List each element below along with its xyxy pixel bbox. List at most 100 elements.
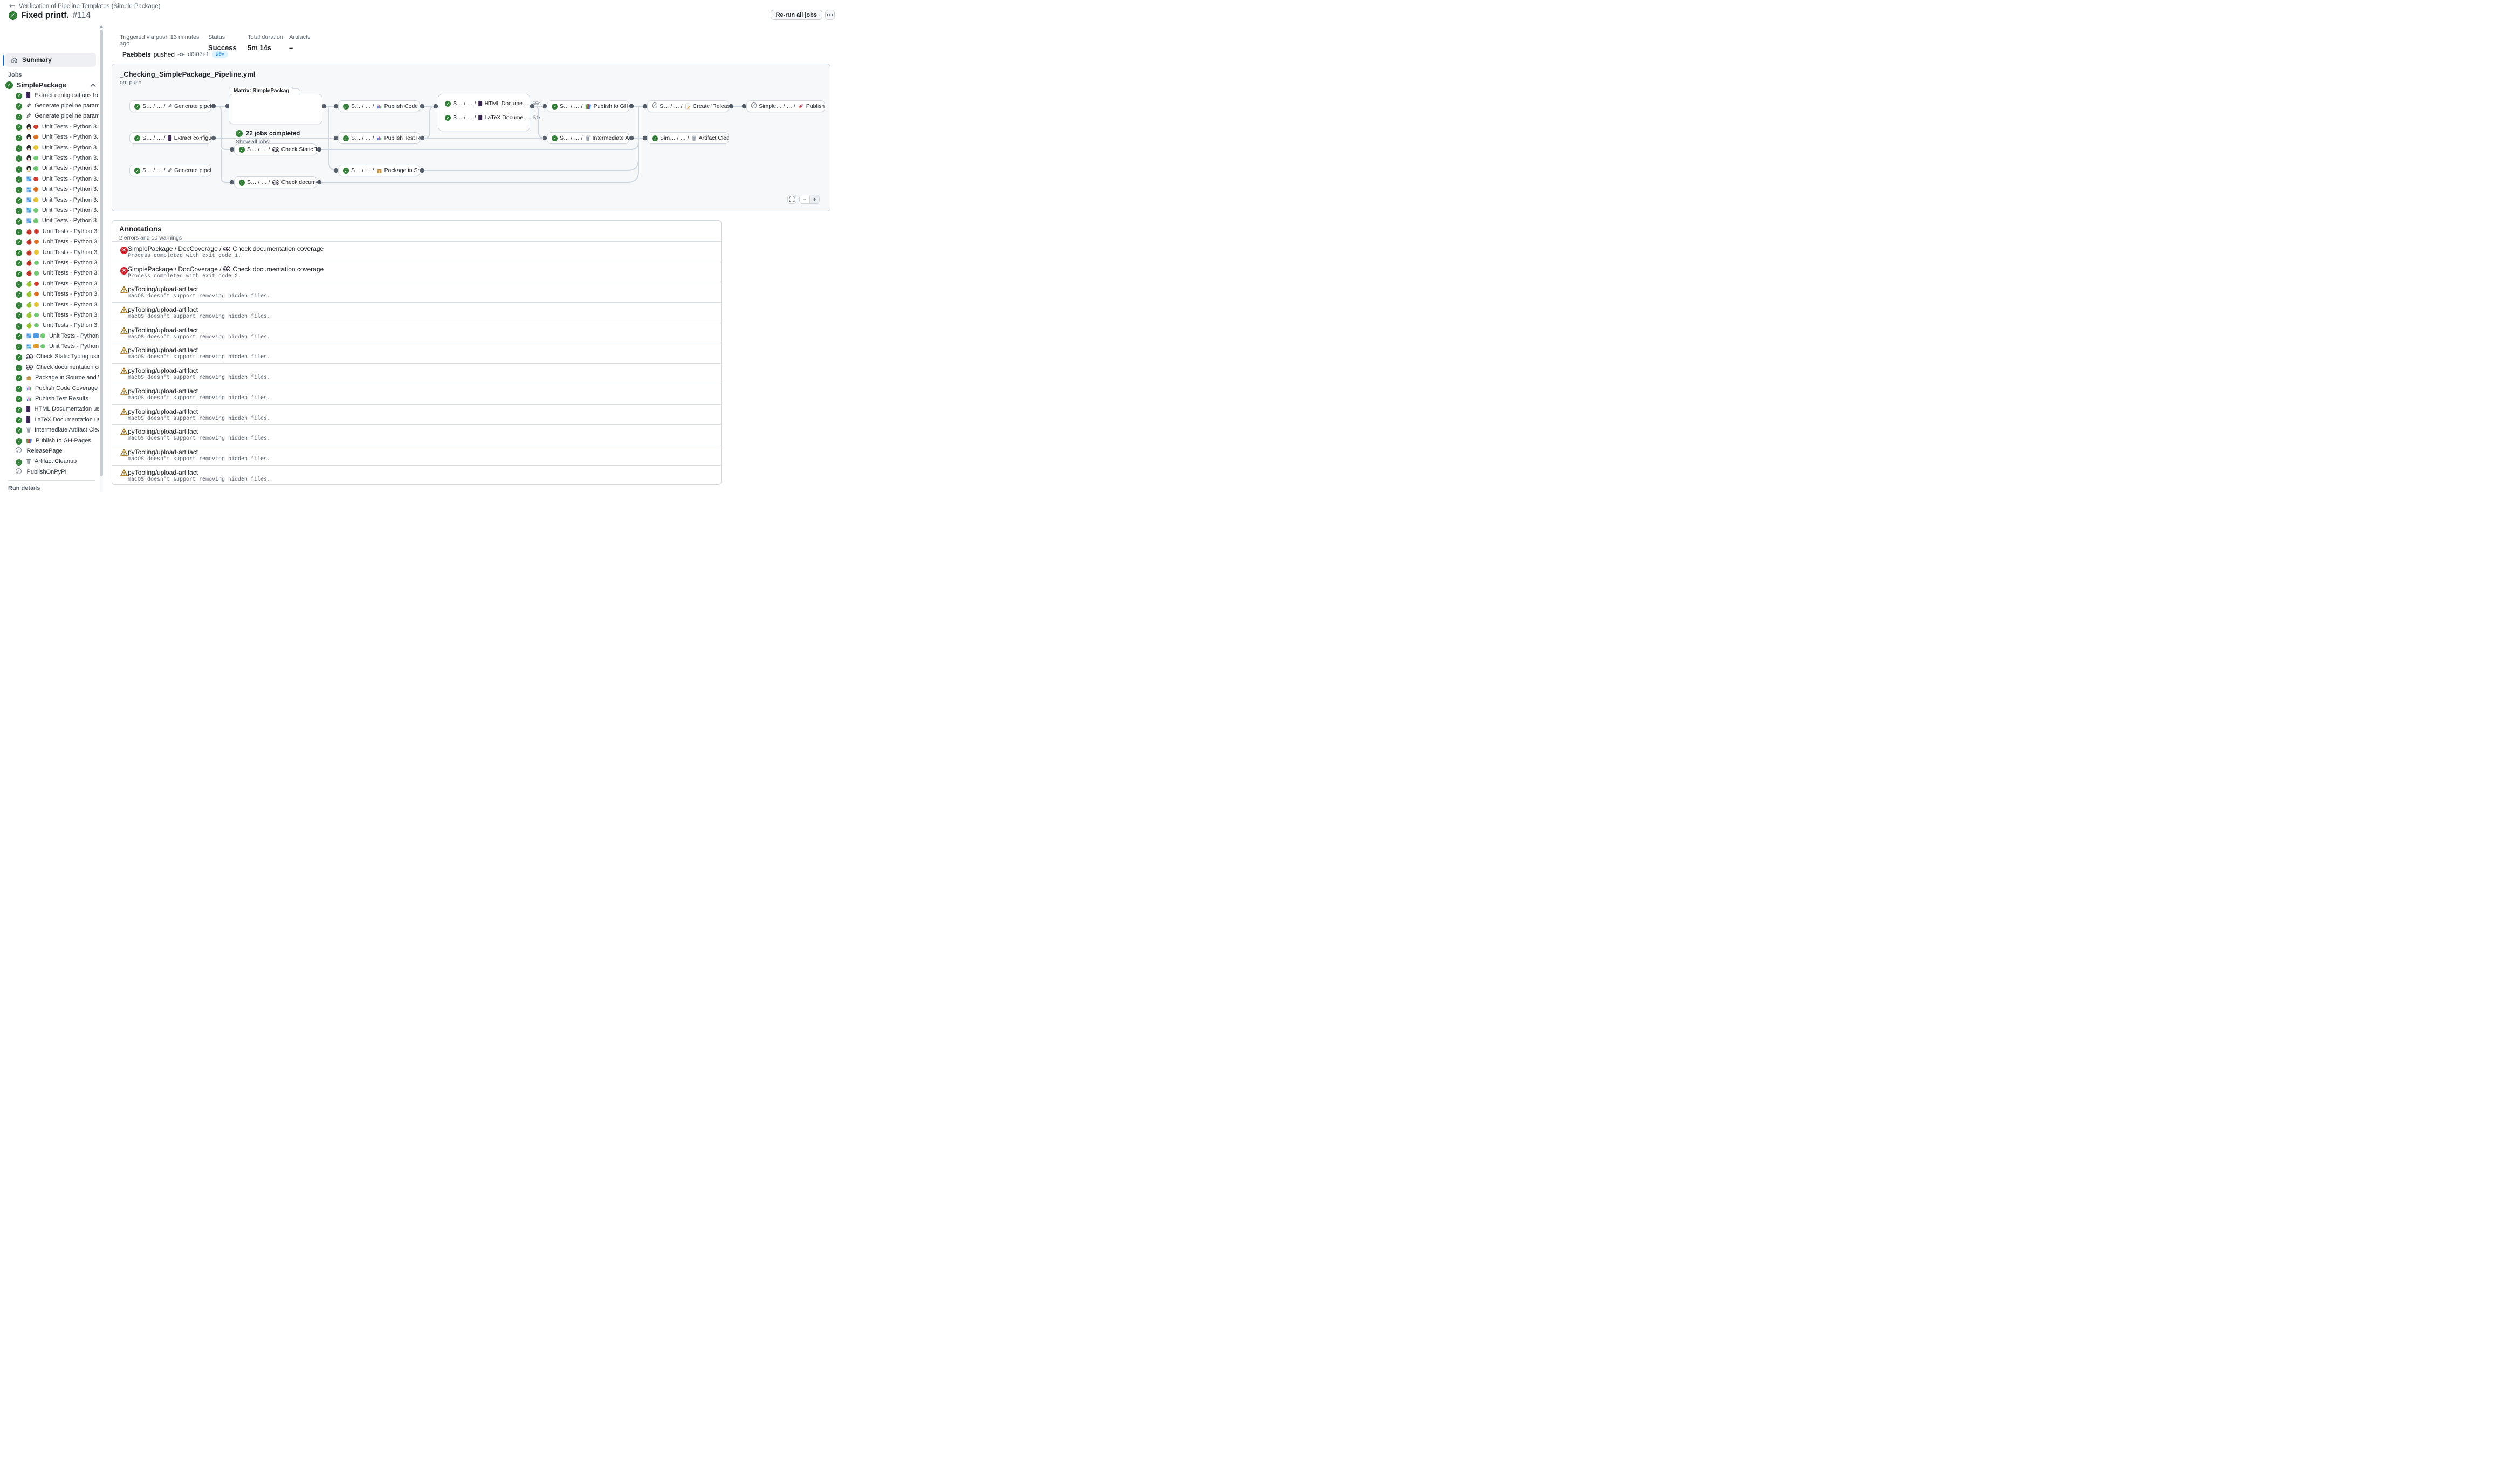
job-item[interactable]: Unit Tests - Python 3.12: [0, 205, 99, 215]
actor-name[interactable]: Paebbels: [122, 51, 151, 58]
job-item[interactable]: Unit Tests - Python 3.9: [0, 174, 99, 184]
graph-node-n14[interactable]: Sim… / … /Artifact Cleanup4s: [647, 132, 729, 144]
job-item[interactable]: Unit Tests - Python 3.11: [0, 195, 99, 205]
job-group-row[interactable]: SimplePackage: [5, 80, 96, 90]
graph-node-n1[interactable]: S… / … /✎Generate pipelin…0s: [129, 100, 211, 112]
job-item[interactable]: ✎Generate pipeline parameters: [0, 111, 99, 121]
job-item[interactable]: Package in Source and Wheel…: [0, 373, 99, 383]
job-item[interactable]: Unit Tests - Python 3.13: [0, 268, 99, 278]
check-icon: [16, 250, 22, 256]
rerun-all-jobs-button[interactable]: Re-run all jobs: [771, 10, 822, 20]
annotation-row-warning[interactable]: pyTooling/upload-artifactmacOS doesn't s…: [112, 302, 721, 323]
warn-icon: [120, 428, 128, 435]
annotation-row-warning[interactable]: pyTooling/upload-artifactmacOS doesn't s…: [112, 465, 721, 485]
annotation-row-error[interactable]: SimplePackage / DocCoverage /Check docum…: [112, 241, 721, 262]
job-item[interactable]: Intermediate Artifact Cleanup: [0, 425, 99, 435]
scrollbar-thumb[interactable]: [100, 30, 103, 476]
node-prefix: S… / … /: [247, 146, 270, 153]
graph-node-n3[interactable]: S… / … /✎Generate pipelin…0s: [129, 165, 211, 176]
job-item[interactable]: Unit Tests - Python 3.13: [0, 163, 99, 174]
job-item[interactable]: Unit Tests - Python 3.12: [0, 153, 99, 163]
job-item[interactable]: Unit Tests - Python 3.10: [0, 184, 99, 195]
fullscreen-button[interactable]: [787, 195, 796, 204]
zoom-in-button[interactable]: +: [809, 195, 819, 203]
job-item[interactable]: Check Static Typing using Pyt…: [0, 352, 99, 362]
job-item[interactable]: Publish to GH-Pages: [0, 435, 99, 446]
job-item[interactable]: Unit Tests - Python 3.11: [0, 142, 99, 153]
job-item[interactable]: Unit Tests - Python 3.10: [0, 132, 99, 142]
job-item[interactable]: ✎Generate pipeline parameters: [0, 100, 99, 111]
job-item[interactable]: Unit Tests - Python 3.10: [0, 236, 99, 247]
job-item[interactable]: Unit Tests - Python 3.10: [0, 289, 99, 299]
job-item[interactable]: ReleasePage: [0, 446, 99, 456]
job-item[interactable]: Publish Test Results: [0, 393, 99, 404]
sidebar-divider-bottom: [8, 480, 95, 481]
matrix-group-card[interactable]: 22 jobs completed Show all jobs: [229, 94, 322, 124]
job-item[interactable]: Check documentation covera…: [0, 362, 99, 372]
graph-node-n12[interactable]: S… / … /Intermediate A…16s: [547, 132, 629, 144]
edge-dot: [629, 104, 634, 108]
graph-node-n2[interactable]: S… / … /Extract configur…4s: [129, 132, 211, 144]
annotation-row-warning[interactable]: pyTooling/upload-artifactmacOS doesn't s…: [112, 384, 721, 404]
dot-yellow-icon: [34, 250, 39, 254]
graph-node-n4[interactable]: S… / … /Check Static Ty…17s: [234, 143, 317, 155]
job-item[interactable]: Unit Tests - Python 3.12: [0, 341, 99, 351]
job-item[interactable]: HTML Documentation using …: [0, 404, 99, 414]
commit-sha[interactable]: d0f07e1: [188, 51, 209, 58]
job-item[interactable]: Unit Tests - Python 3.12: [0, 331, 99, 341]
annotation-message: macOS doesn't support removing hidden fi…: [128, 477, 270, 483]
job-label: Unit Tests - Python 3.11: [43, 249, 99, 256]
graph-node-n10[interactable]: S… / … /LaTeX Docume…51s: [445, 114, 541, 121]
sidebar-scrollbar[interactable]: [100, 24, 103, 492]
annotation-row-warning[interactable]: pyTooling/upload-artifactmacOS doesn't s…: [112, 363, 721, 384]
job-item[interactable]: Unit Tests - Python 3.11: [0, 247, 99, 257]
sidebar-item-summary[interactable]: Summary: [5, 53, 96, 67]
job-item[interactable]: PublishOnPyPI: [0, 467, 99, 477]
graph-node-n15[interactable]: Simple… / … /Publish to PyPI: [746, 100, 825, 112]
graph-node-n6[interactable]: S… / … /Publish Code C…20s: [338, 100, 420, 112]
job-item[interactable]: Extract configurations from p…: [0, 90, 99, 100]
annotation-title: pyTooling/upload-artifact: [128, 285, 198, 293]
job-item[interactable]: Unit Tests - Python 3.12: [0, 310, 99, 320]
action-text: pushed: [154, 51, 175, 58]
check-icon: [239, 180, 245, 186]
job-item[interactable]: Unit Tests - Python 3.9: [0, 226, 99, 236]
graph-node-n5[interactable]: S… / … /Check docume…18s: [234, 176, 317, 188]
annotation-row-warning[interactable]: pyTooling/upload-artifactmacOS doesn't s…: [112, 424, 721, 445]
graph-node-n9[interactable]: S… / … /HTML Docume…55s: [445, 100, 541, 107]
job-item[interactable]: Unit Tests - Python 3.12: [0, 257, 99, 268]
node-label: Create 'Release Pa…: [693, 103, 729, 110]
annotation-row-warning[interactable]: pyTooling/upload-artifactmacOS doesn't s…: [112, 282, 721, 302]
graph-node-n7[interactable]: S… / … /Publish Test Re…13s: [338, 132, 420, 144]
job-item[interactable]: Unit Tests - Python 3.9: [0, 121, 99, 132]
annotation-row-warning[interactable]: pyTooling/upload-artifactmacOS doesn't s…: [112, 404, 721, 425]
job-item[interactable]: LaTeX Documentation using …: [0, 414, 99, 425]
annotation-row-warning[interactable]: pyTooling/upload-artifactmacOS doesn't s…: [112, 343, 721, 363]
run-details-heading: Run details: [8, 485, 40, 491]
job-list: Extract configurations from p…✎Generate …: [0, 90, 99, 477]
pipeline-graph-card: _Checking_SimplePackage_Pipeline.yml on:…: [112, 64, 830, 211]
annotation-row-error[interactable]: SimplePackage / DocCoverage /Check docum…: [112, 262, 721, 282]
job-item[interactable]: Unit Tests - Python 3.9: [0, 278, 99, 289]
linux-icon: [26, 165, 32, 172]
scroll-up-arrow[interactable]: [100, 25, 103, 28]
pipeline-graph-canvas[interactable]: 22 jobs completed Show all jobs Matrix: …: [112, 64, 830, 211]
job-item[interactable]: Unit Tests - Python 3.13: [0, 216, 99, 226]
job-item[interactable]: Artifact Cleanup: [0, 456, 99, 467]
annotation-row-warning[interactable]: pyTooling/upload-artifactmacOS doesn't s…: [112, 445, 721, 465]
graph-node-n8[interactable]: S… / … /Package in Sou…18s: [338, 165, 420, 176]
job-item[interactable]: Unit Tests - Python 3.11: [0, 299, 99, 310]
check-icon: [16, 208, 22, 214]
job-item[interactable]: Unit Tests - Python 3.13: [0, 320, 99, 331]
annotation-row-warning[interactable]: pyTooling/upload-artifactmacOS doesn't s…: [112, 323, 721, 343]
zoom-out-button[interactable]: −: [800, 195, 809, 203]
back-link[interactable]: ← Verification of Pipeline Templates (Si…: [9, 2, 160, 10]
fullscreen-icon: [789, 196, 795, 202]
job-item[interactable]: Publish Code Coverage Results: [0, 383, 99, 393]
graph-node-n13[interactable]: S… / … /Create 'Release Pa…: [647, 100, 729, 112]
collapse-chevron-icon[interactable]: [90, 83, 96, 87]
docs-group-card[interactable]: S… / … /HTML Docume…55sS… / … /LaTeX Doc…: [438, 94, 530, 131]
more-options-button[interactable]: [825, 10, 835, 20]
graph-node-n11[interactable]: S… / … /Publish to GH-P…7s: [547, 100, 629, 112]
check-icon: [16, 427, 22, 434]
